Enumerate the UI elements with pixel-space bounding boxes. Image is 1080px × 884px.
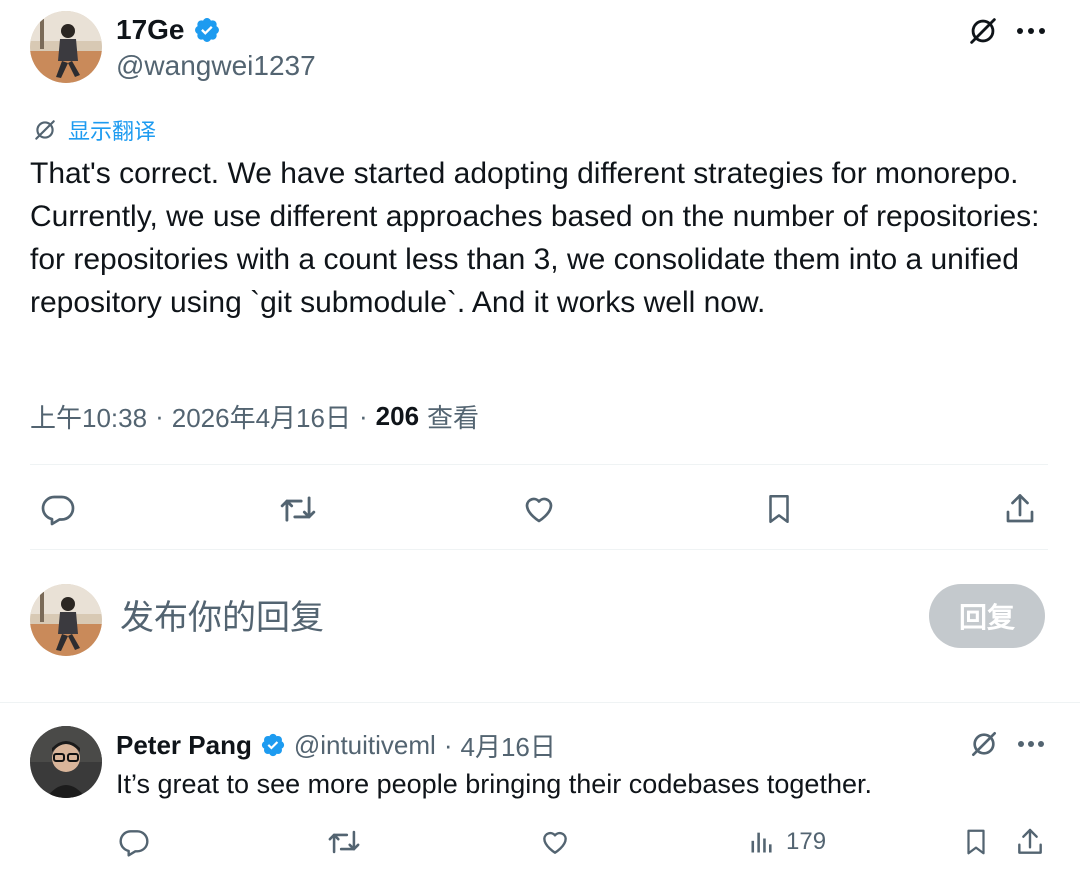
separator: · <box>155 400 164 431</box>
separator: · <box>358 400 368 431</box>
section-separator <box>0 702 1080 703</box>
reply-icon[interactable] <box>114 822 154 862</box>
more-icon[interactable] <box>1012 728 1050 760</box>
reply-date[interactable]: 4月16日 <box>460 727 555 764</box>
more-icon[interactable] <box>1012 14 1050 48</box>
grok-icon[interactable] <box>964 12 1002 50</box>
views-count: 179 <box>786 828 827 855</box>
share-icon[interactable] <box>1010 822 1050 862</box>
reply-author-handle[interactable]: @intuitiveml <box>294 730 436 761</box>
author-avatar[interactable] <box>30 11 102 83</box>
verified-badge-icon <box>193 16 221 44</box>
separator: · <box>443 729 453 760</box>
author-handle[interactable]: @wangwei1237 <box>116 48 316 84</box>
post-time[interactable]: 上午10:38 <box>30 398 147 435</box>
translate-icon <box>32 117 58 143</box>
retweet-icon[interactable] <box>276 487 320 531</box>
like-icon[interactable] <box>535 822 575 862</box>
views-button[interactable]: 179 <box>748 822 826 862</box>
views-label: 查看 <box>427 402 480 433</box>
reply-input[interactable]: 发布你的回复 <box>120 594 900 642</box>
share-icon[interactable] <box>998 487 1042 531</box>
divider <box>30 464 1048 465</box>
reply-author-display-name[interactable]: Peter Pang <box>116 730 252 761</box>
views-count: 206 <box>375 400 420 431</box>
verified-badge-icon <box>260 732 286 758</box>
post-date[interactable]: 2026年4月16日 <box>172 398 351 435</box>
like-icon[interactable] <box>517 487 561 531</box>
reply-text: It’s great to see more people bringing t… <box>116 769 872 799</box>
divider <box>30 549 1048 550</box>
translate-link[interactable]: 显示翻译 <box>68 114 156 146</box>
reply-icon[interactable] <box>36 487 80 531</box>
reply-author-avatar[interactable] <box>30 726 102 798</box>
grok-icon[interactable] <box>966 726 1002 762</box>
author-display-name[interactable]: 17Ge <box>116 14 185 46</box>
retweet-icon[interactable] <box>324 822 364 862</box>
bookmark-icon[interactable] <box>956 822 996 862</box>
post-text: That's correct. We have started adopting… <box>30 157 1040 319</box>
reply-button[interactable]: 回复 <box>929 584 1045 648</box>
my-avatar[interactable] <box>30 584 102 656</box>
bookmark-icon[interactable] <box>757 487 801 531</box>
views-icon <box>748 828 776 856</box>
